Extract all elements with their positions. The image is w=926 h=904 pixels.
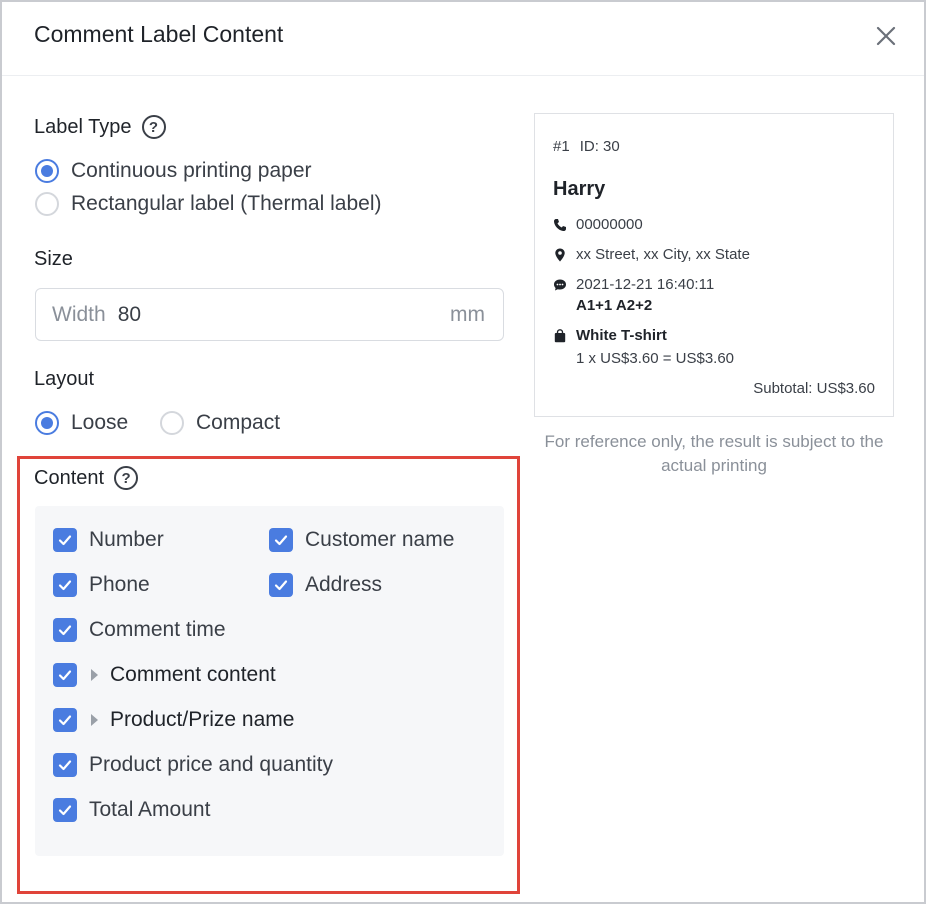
radio-label: Compact [196,411,281,434]
checkmark-icon[interactable] [269,528,293,552]
preview-address-row: xx Street, xx City, xx State [553,246,750,263]
checkmark-icon[interactable] [53,618,77,642]
comment-label-dialog: Comment Label Content Label Type ? Conti… [0,0,926,904]
preview-number: #1 [553,138,570,155]
checkbox-comment-time[interactable]: Comment time [53,618,226,642]
label-type-heading-text: Label Type [34,115,132,138]
checkbox-number[interactable]: Number [53,528,164,552]
content-heading: Content ? [34,466,139,490]
caret-right-icon[interactable] [91,669,98,681]
size-heading: Size [34,248,73,271]
help-circle-icon[interactable]: ? [114,466,139,490]
checkmark-icon[interactable] [53,708,77,732]
unit-suffix: mm [450,302,485,326]
checkbox-label: Comment content [110,663,276,686]
caret-right-icon[interactable] [91,714,98,726]
chat-bubble-icon [553,278,567,292]
preview-id: ID: 30 [579,138,620,155]
checkbox-label: Address [305,573,383,596]
radio-compact[interactable]: Compact [160,411,280,435]
preview-comment-time-row: 2021-12-21 16:40:11 [553,276,714,293]
close-icon [876,26,896,46]
help-circle-icon[interactable]: ? [141,115,166,139]
layout-heading-text: Layout [34,368,95,390]
preview-phone: 00000000 [576,216,643,233]
checkbox-label: Product/Prize name [110,708,295,731]
width-field[interactable]: Width mm [35,288,504,341]
close-button[interactable] [870,20,902,52]
checkbox-label: Number [89,528,164,551]
label-type-heading: Label Type ? [34,115,166,139]
checkbox-customer-name[interactable]: Customer name [269,528,454,552]
preview-product-name: White T-shirt [576,327,667,344]
checkmark-icon[interactable] [53,753,77,777]
checkbox-label: Total Amount [89,798,211,821]
dialog-title: Comment Label Content [34,21,284,47]
checkmark-icon[interactable] [53,573,77,597]
dialog-header: Comment Label Content [2,2,924,76]
checkbox-phone[interactable]: Phone [53,573,150,597]
checkbox-label: Product price and quantity [89,753,333,776]
label-preview-card: #1 ID: 30 Harry 00000000 xx Street, xx C… [534,113,894,417]
checkmark-icon[interactable] [53,798,77,822]
checkbox-label: Phone [89,573,150,596]
content-heading-text: Content [34,466,105,489]
radio-button[interactable] [35,411,59,435]
checkbox-product-prize-name[interactable]: Product/Prize name [53,708,294,732]
preview-address: xx Street, xx City, xx State [576,246,750,263]
radio-button[interactable] [160,411,184,435]
preview-subtotal: Subtotal: US$3.60 [753,380,875,397]
checkbox-product-price-quantity[interactable]: Product price and quantity [53,753,333,777]
radio-rectangular-label[interactable]: Rectangular label (Thermal label) [35,192,381,216]
shopping-bag-icon [553,328,567,343]
radio-label: Rectangular label (Thermal label) [71,192,382,215]
checkbox-address[interactable]: Address [269,573,382,597]
preview-number-id: #1 ID: 30 [553,138,620,155]
checkbox-comment-content[interactable]: Comment content [53,663,276,687]
radio-label: Continuous printing paper [71,159,312,182]
phone-icon [553,218,567,232]
preview-comment-time: 2021-12-21 16:40:11 [576,276,715,293]
checkmark-icon[interactable] [53,663,77,687]
location-pin-icon [553,248,567,262]
checkmark-icon[interactable] [269,573,293,597]
layout-heading: Layout [34,368,94,391]
checkbox-label: Customer name [305,528,455,551]
width-prefix: Width [52,302,106,326]
checkbox-label: Comment time [89,618,226,641]
preview-phone-row: 00000000 [553,216,643,233]
preview-product-row: White T-shirt [553,327,667,344]
radio-label: Loose [71,411,129,434]
radio-continuous-paper[interactable]: Continuous printing paper [35,159,312,183]
size-heading-text: Size [34,248,73,270]
checkbox-total-amount[interactable]: Total Amount [53,798,210,822]
width-input[interactable] [117,302,418,327]
preview-comment-content: A1+1 A2+2 [576,297,653,314]
checkmark-icon[interactable] [53,528,77,552]
preview-reference-note: For reference only, the result is subjec… [544,432,884,475]
radio-loose[interactable]: Loose [35,411,128,435]
preview-price-quantity: 1 x US$3.60 = US$3.60 [576,350,735,367]
preview-customer-name: Harry [553,178,606,200]
radio-button[interactable] [35,192,59,216]
radio-button[interactable] [35,159,59,183]
